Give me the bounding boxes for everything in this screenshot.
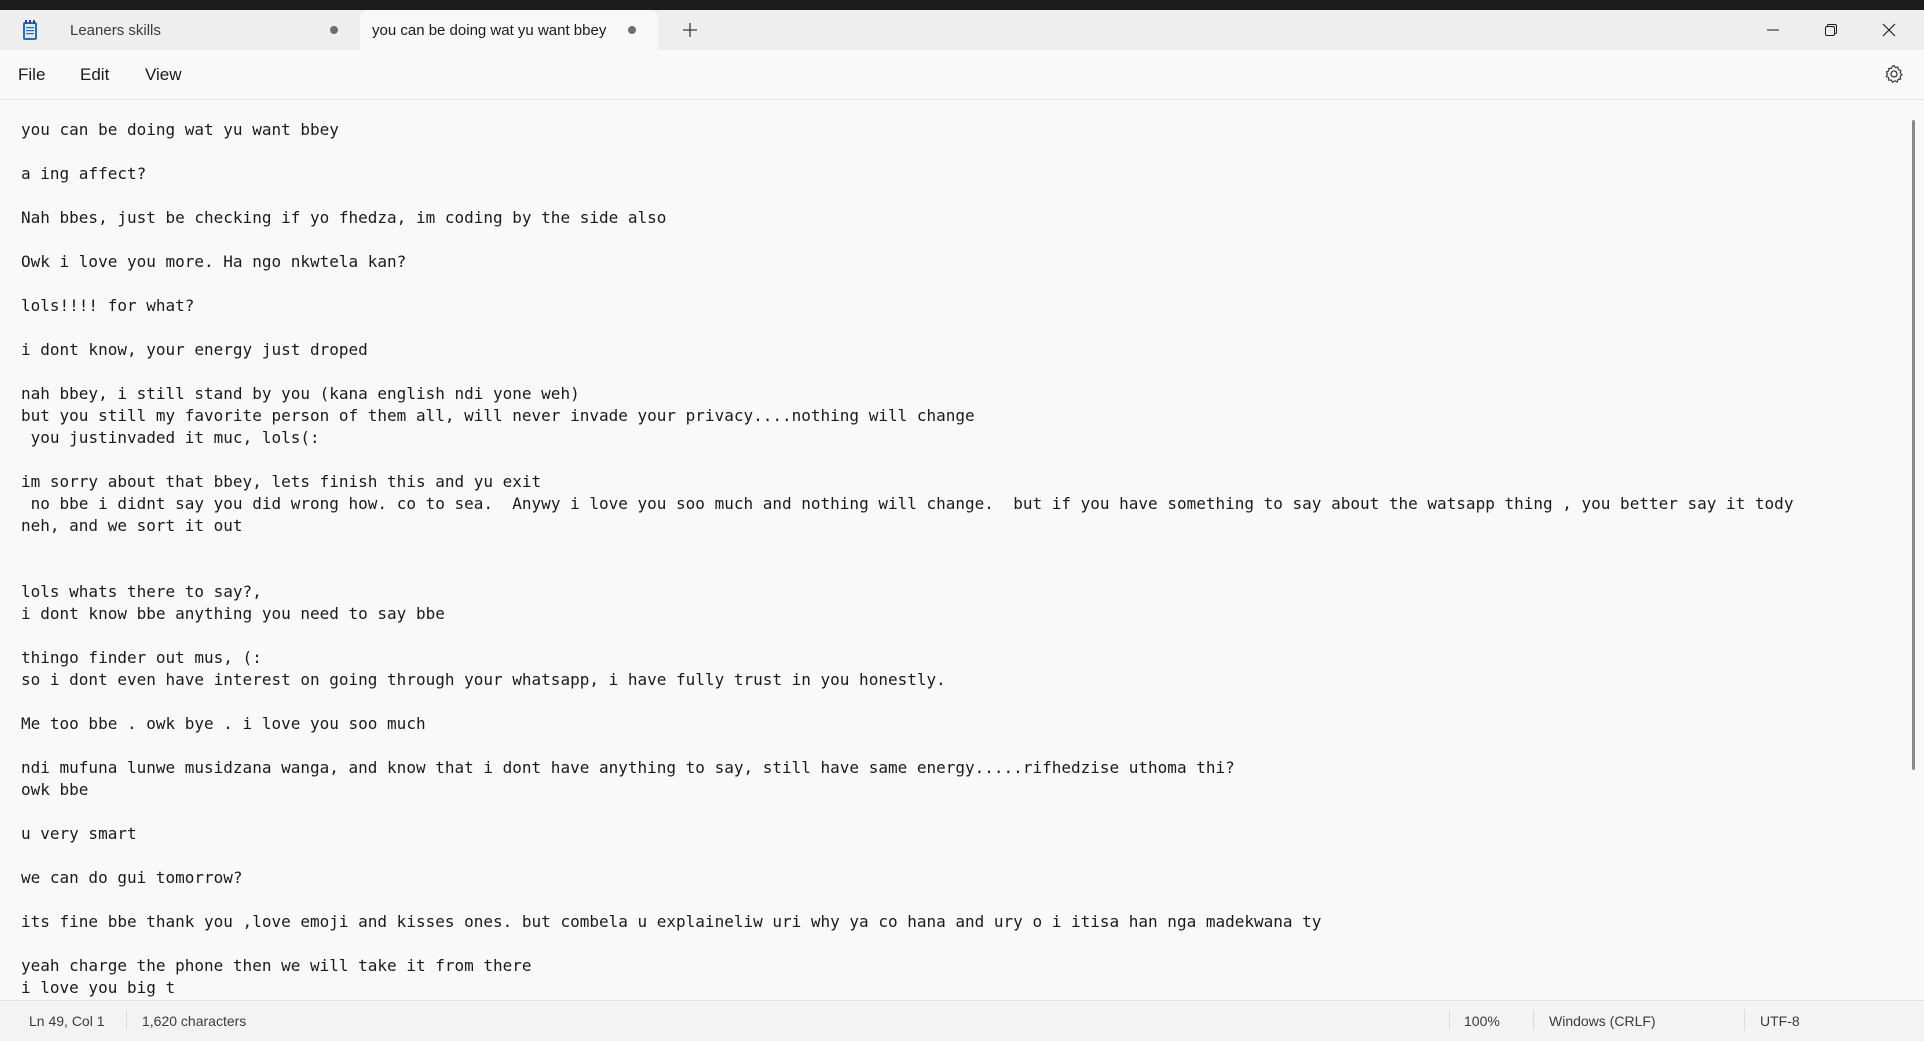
line-ending[interactable]: Windows (CRLF) [1549,1013,1656,1029]
encoding[interactable]: UTF-8 [1760,1013,1800,1029]
editor-line[interactable]: lols whats there to say?, [21,582,262,601]
gear-icon [1885,64,1903,83]
editor-line[interactable]: thingo finder out mus, (: [21,648,262,667]
editor-line[interactable]: Owk i love you more. Ha ngo nkwtela kan? [21,252,406,271]
menu-view[interactable]: View [137,62,190,88]
close-button[interactable] [1860,10,1918,50]
status-divider [1744,1009,1745,1031]
editor-line[interactable]: Nah bbes, just be checking if yo fhedza,… [21,208,666,227]
tab-label: Leaners skills [70,21,161,39]
title-bar: Leaners skills you can be doing wat yu w… [0,10,1924,50]
editor-line[interactable]: nah bbey, i still stand by you (kana eng… [21,384,580,403]
tab-label: you can be doing wat yu want bbey [372,21,607,39]
editor-line[interactable]: Me too bbe . owk bye . i love you soo mu… [21,714,426,733]
plus-icon [683,23,697,37]
new-tab-button[interactable] [674,16,706,44]
editor-line[interactable]: yeah charge the phone then we will take … [21,956,532,975]
restore-button[interactable] [1802,10,1860,50]
editor-line[interactable]: we can do gui tomorrow? [21,868,243,887]
editor-line[interactable]: its fine bbe thank you ,love emoji and k… [21,912,1321,931]
editor-line[interactable]: so i dont even have interest on going th… [21,670,946,689]
minimize-button[interactable] [1744,10,1802,50]
text-editor[interactable]: you can be doing wat yu want bbey a ing … [0,100,1908,1000]
editor-line[interactable]: a ing affect? [21,164,146,183]
close-icon [1882,23,1896,37]
editor-line[interactable]: u very smart [21,824,137,843]
editor-line[interactable]: ndi mufuna lunwe musidzana wanga, and kn… [21,758,1235,777]
status-divider [126,1009,127,1031]
status-bar: Ln 49, Col 1 1,620 characters 100% Windo… [0,1000,1924,1041]
menu-file[interactable]: File [10,62,53,88]
zoom-level[interactable]: 100% [1464,1013,1500,1029]
notepad-icon [22,19,38,41]
editor-line[interactable]: i dont know, your energy just droped [21,340,368,359]
editor-line[interactable]: lols!!!! for what? [21,296,194,315]
editor-line[interactable]: owk bbe [21,780,88,799]
tab-current-document[interactable]: you can be doing wat yu want bbey [360,10,658,50]
editor-line[interactable]: no bbe i didnt say you did wrong how. co… [21,494,1794,513]
vertical-scrollbar[interactable] [1912,120,1915,770]
editor-line[interactable]: neh, and we sort it out [21,516,243,535]
editor-line[interactable]: you can be doing wat yu want bbey [21,120,339,139]
character-count: 1,620 characters [142,1013,247,1029]
editor-line[interactable]: you justinvaded it muc, lols(: [21,428,320,447]
restore-icon [1825,24,1837,36]
settings-button[interactable] [1880,60,1908,88]
menu-bar: File Edit View [0,50,1924,100]
status-divider [1533,1009,1534,1031]
editor-line[interactable]: i dont know bbe anything you need to say… [21,604,445,623]
editor-line[interactable]: but you still my favorite person of them… [21,406,975,425]
unsaved-indicator-icon[interactable] [330,26,338,34]
tab-leaners-skills[interactable]: Leaners skills [52,10,352,50]
status-divider [1449,1009,1450,1031]
editor-content[interactable]: you can be doing wat yu want bbey a ing … [21,119,1901,999]
minimize-icon [1767,29,1779,31]
notepad-window: Leaners skills you can be doing wat yu w… [0,0,1924,1041]
menu-edit[interactable]: Edit [72,62,117,88]
unsaved-indicator-icon[interactable] [628,26,636,34]
editor-line[interactable]: i love you big t [21,978,175,997]
cursor-position: Ln 49, Col 1 [29,1013,105,1029]
editor-line[interactable]: im sorry about that bbey, lets finish th… [21,472,541,491]
